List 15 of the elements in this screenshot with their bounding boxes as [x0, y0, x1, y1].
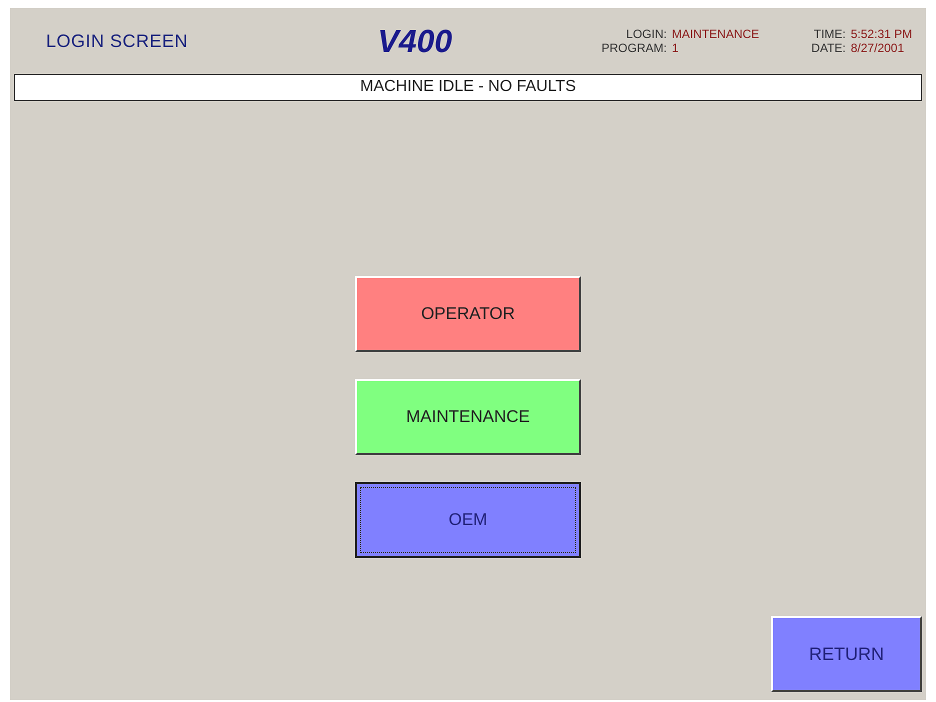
- login-button[interactable]: OPERATOR: [355, 276, 581, 352]
- return-button[interactable]: RETURN: [771, 616, 922, 692]
- program-value: 1: [672, 41, 679, 55]
- date-value: 8/27/2001: [850, 41, 904, 55]
- login-label: LOGIN:: [625, 27, 667, 41]
- status-bar: MACHINE IDLE - NO FAULTS: [14, 74, 922, 101]
- time-value: 5:52:31 PM: [850, 27, 912, 41]
- logo-text: V400: [377, 22, 454, 60]
- date-label: DATE:: [810, 41, 846, 55]
- program-label: PROGRAM:: [600, 41, 667, 55]
- login-value: MAINTENANCE: [672, 27, 760, 41]
- time-label: TIME:: [812, 27, 846, 41]
- login-button[interactable]: OEM: [355, 482, 581, 558]
- login-button[interactable]: MAINTENANCE: [355, 379, 581, 455]
- screen-title: LOGIN SCREEN: [46, 30, 190, 52]
